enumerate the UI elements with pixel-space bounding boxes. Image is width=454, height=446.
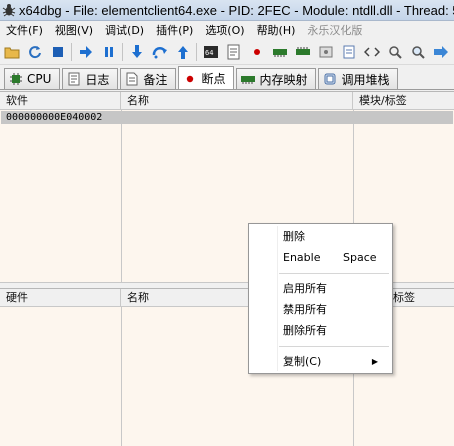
call-stack-icon bbox=[323, 72, 337, 86]
breakpoint-icon[interactable] bbox=[247, 43, 266, 62]
column-header-hardware[interactable]: 硬件 bbox=[0, 289, 121, 307]
label-icon[interactable] bbox=[316, 43, 335, 62]
tab-label: 断点 bbox=[201, 72, 226, 86]
tab-call-stack[interactable]: 调用堆栈 bbox=[318, 68, 399, 89]
comment-icon[interactable] bbox=[293, 43, 312, 62]
tab-label: 备注 bbox=[143, 72, 168, 87]
menu-separator bbox=[279, 346, 389, 347]
submenu-arrow-icon: ▶ bbox=[371, 357, 378, 366]
open-icon[interactable] bbox=[2, 43, 21, 62]
tab-label: 调用堆栈 bbox=[341, 72, 390, 87]
tab-label: CPU bbox=[27, 72, 52, 86]
script-icon[interactable] bbox=[224, 43, 243, 62]
menu-item-label: Enable bbox=[283, 251, 321, 264]
menu-view[interactable]: 视图(V) bbox=[49, 21, 99, 40]
menu-item-label: 删除所有 bbox=[283, 324, 327, 337]
menu-item-label: 删除 bbox=[283, 230, 305, 243]
menu-help[interactable]: 帮助(H) bbox=[251, 21, 302, 40]
step-into-icon[interactable] bbox=[127, 43, 146, 62]
menu-item-copy[interactable]: 复制(C) ▶ bbox=[249, 352, 392, 372]
menu-item-enable[interactable]: Enable Space bbox=[249, 248, 392, 268]
tab-bar: CPU 日志 备注 断点 内存映射 调用堆栈 bbox=[0, 66, 454, 90]
pause-icon[interactable] bbox=[99, 43, 118, 62]
menu-item-label: 禁用所有 bbox=[283, 303, 327, 316]
menu-item-label: 启用所有 bbox=[283, 282, 327, 295]
step-over-icon[interactable] bbox=[150, 43, 169, 62]
tab-label: 日志 bbox=[85, 72, 110, 87]
log-icon bbox=[67, 72, 81, 86]
menu-separator bbox=[279, 273, 389, 274]
zoom-icon[interactable] bbox=[408, 43, 427, 62]
menu-item-shortcut: Space bbox=[343, 251, 377, 264]
tab-label: 内存映射 bbox=[259, 72, 308, 87]
menu-file[interactable]: 文件(F) bbox=[0, 21, 49, 40]
restart-icon[interactable] bbox=[25, 43, 44, 62]
function-icon[interactable] bbox=[362, 43, 381, 62]
column-header-module-label[interactable]: 模块/标签 bbox=[353, 92, 454, 110]
tab-memory-map[interactable]: 内存映射 bbox=[236, 68, 317, 89]
menu-item-enable-all[interactable]: 启用所有 bbox=[249, 279, 392, 299]
menu-item-disable-all[interactable]: 禁用所有 bbox=[249, 300, 392, 320]
menu-item-delete[interactable]: 删除 bbox=[249, 227, 392, 247]
svg-text:64: 64 bbox=[205, 49, 213, 57]
menu-bar: 文件(F) 视图(V) 调试(D) 插件(P) 选项(O) 帮助(H) 永乐汉化… bbox=[0, 21, 454, 40]
patch-icon[interactable]: 64 bbox=[201, 43, 220, 62]
memory-map-icon bbox=[241, 72, 256, 86]
menu-plugins[interactable]: 插件(P) bbox=[150, 21, 199, 40]
column-divider bbox=[121, 110, 122, 283]
notes-icon bbox=[125, 72, 139, 86]
run-icon[interactable] bbox=[76, 43, 95, 62]
menu-localization: 永乐汉化版 bbox=[307, 24, 363, 37]
window-title: x64dbg - File: elementclient64.exe - PID… bbox=[19, 2, 454, 18]
execute-till-return-icon[interactable] bbox=[173, 43, 192, 62]
memory-icon[interactable] bbox=[270, 43, 289, 62]
toolbar: 64 bbox=[0, 40, 454, 65]
stop-icon[interactable] bbox=[48, 43, 67, 62]
cpu-icon bbox=[9, 72, 23, 86]
menu-debug[interactable]: 调试(D) bbox=[99, 21, 150, 40]
table-row[interactable]: 000000000E040002 bbox=[1, 111, 453, 124]
toolbar-separator bbox=[196, 43, 197, 61]
breakpoint-address: 000000000E040002 bbox=[6, 112, 103, 123]
tab-cpu[interactable]: CPU bbox=[4, 68, 61, 89]
column-divider bbox=[121, 307, 122, 446]
menu-item-label: 复制(C) bbox=[283, 355, 322, 368]
toolbar-separator bbox=[71, 43, 72, 61]
tab-breakpoints[interactable]: 断点 bbox=[178, 66, 235, 89]
x64dbg-bug-icon bbox=[2, 2, 16, 18]
toolbar-separator bbox=[122, 43, 123, 61]
column-header-name[interactable]: 名称 bbox=[121, 92, 353, 110]
tab-log[interactable]: 日志 bbox=[62, 68, 119, 89]
tab-notes[interactable]: 备注 bbox=[120, 68, 177, 89]
find-icon[interactable] bbox=[385, 43, 404, 62]
column-header-software[interactable]: 软件 bbox=[0, 92, 121, 110]
arrow-icon[interactable] bbox=[431, 43, 450, 62]
menu-item-delete-all[interactable]: 删除所有 bbox=[249, 321, 392, 341]
title-bar[interactable]: x64dbg - File: elementclient64.exe - PID… bbox=[0, 0, 454, 21]
bookmark-icon[interactable] bbox=[339, 43, 358, 62]
menu-options[interactable]: 选项(O) bbox=[199, 21, 250, 40]
breakpoint-dot-icon bbox=[183, 72, 197, 86]
context-menu: 删除 Enable Space 启用所有 禁用所有 删除所有 复制(C) ▶ bbox=[248, 223, 393, 374]
